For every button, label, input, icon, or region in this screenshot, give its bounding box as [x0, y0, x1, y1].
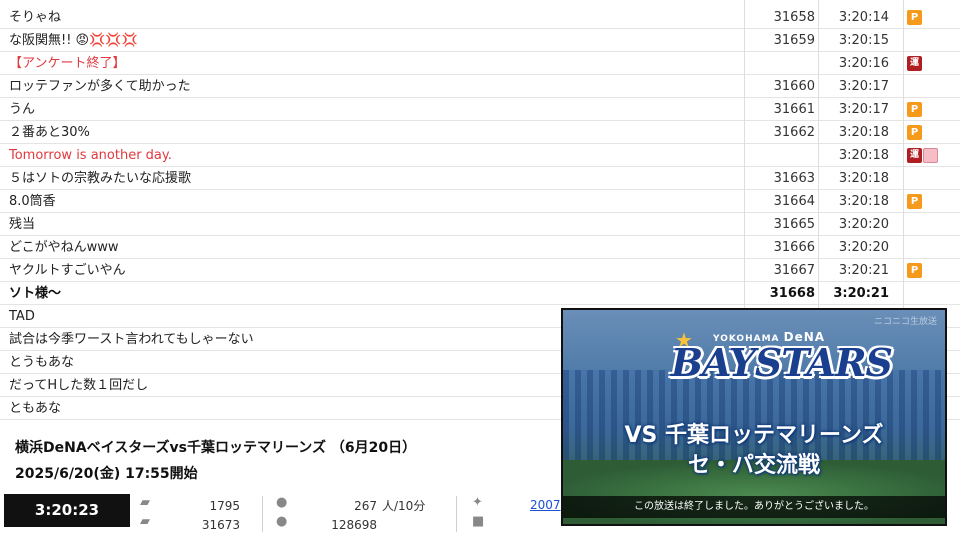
comment-number: 31665 [773, 217, 815, 232]
gift-icon[interactable]: ■ [472, 515, 490, 529]
team-logo-text: BAYSTARS [671, 340, 893, 385]
comment-text: 8.0筒香 [9, 194, 56, 209]
comment-time: 3:20:17 [838, 102, 889, 117]
comment-row[interactable]: ロッテファンが多くて助かった 31660 3:20:17 [0, 75, 960, 98]
series-caption: セ・パ交流戦 [687, 453, 820, 478]
comment-row[interactable]: Tomorrow is another day. 3:20:18 運 [0, 144, 960, 167]
comment-time: 3:20:14 [838, 10, 889, 25]
comment-number: 31666 [773, 240, 815, 255]
ad-icon[interactable]: ✦ [472, 496, 490, 510]
comment-row[interactable]: ５はソトの宗教みたいな応援歌 31663 3:20:18 [0, 167, 960, 190]
comment-number: 31668 [769, 286, 815, 301]
comment-text: TAD [9, 309, 35, 324]
broadcast-info: 横浜DeNAベイスターズvs千葉ロッテマリーンズ （6月20日） 2025/6/… [15, 435, 416, 487]
comment-row[interactable]: 8.0筒香 31664 3:20:18 P [0, 190, 960, 213]
comment-time: 3:20:20 [838, 217, 889, 232]
status-divider [262, 496, 263, 532]
premium-badge-icon: P [907, 263, 922, 278]
comment-row[interactable]: うん 31661 3:20:17 P [0, 98, 960, 121]
operator-badge-icon: 運 [907, 56, 922, 71]
active-viewers-value: 267 [354, 499, 377, 513]
comment-row[interactable]: ヤクルトすごいやん 31667 3:20:21 P [0, 259, 960, 282]
comment-text: ソト様〜 [9, 286, 62, 301]
comment-text: どこがやねんwww [9, 240, 119, 255]
broadcast-title: 横浜DeNAベイスターズvs千葉ロッテマリーンズ （6月20日） [15, 440, 417, 456]
comment-row[interactable]: 残当 31665 3:20:20 [0, 213, 960, 236]
status-divider [456, 496, 457, 532]
broadcast-start-time: 2025/6/20(金) 17:55開始 [15, 466, 198, 482]
comment-number: 31663 [773, 171, 815, 186]
comment-number: 31660 [773, 79, 815, 94]
premium-badge-icon: P [907, 125, 922, 140]
comment-text: Tomorrow is another day. [9, 148, 172, 163]
comment-text: 残当 [9, 217, 36, 232]
comment-time: 3:20:18 [838, 148, 889, 163]
premium-badge-icon: P [907, 10, 922, 25]
comment-number: 31658 [773, 10, 815, 25]
comment-number: 31661 [773, 102, 815, 117]
total-viewers-value: 128698 [331, 518, 377, 532]
comment-time: 3:20:15 [838, 33, 889, 48]
comment-row[interactable]: な阪関無!! 😡💢💢💢 31659 3:20:15 [0, 29, 960, 52]
comment-text: うん [9, 102, 36, 117]
total-viewers-icon: ● [276, 514, 288, 529]
comment-row[interactable]: そりゃね 31658 3:20:14 P [0, 6, 960, 29]
comment-text: ロッテファンが多くて助かった [9, 79, 191, 94]
matchup-caption: VS 千葉ロッテマリーンズ [624, 423, 884, 448]
comment-text: そりゃね [9, 10, 62, 25]
comment-count-icon: ▰ [140, 514, 150, 529]
comment-count-value: 31673 [201, 518, 240, 532]
premium-badge-icon: P [907, 194, 922, 209]
status-link[interactable]: 2007 [530, 498, 561, 512]
comment-text: ５はソトの宗教みたいな応援歌 [9, 171, 192, 186]
comment-row[interactable]: どこがやねんwww 31666 3:20:20 [0, 236, 960, 259]
broadcast-ended-message: この放送は終了しました。ありがとうございました。 [563, 496, 945, 518]
comment-text: 試合は今季ワースト言われてもしゃーない [9, 332, 254, 347]
comment-time: 3:20:18 [838, 171, 889, 186]
active-viewers-icon: ● [276, 495, 288, 510]
comment-text: ヤクルトすごいやん [9, 263, 126, 278]
comment-number: 31662 [773, 125, 815, 140]
comment-speed-icon: ▰ [140, 495, 150, 510]
comment-text: 【アンケート終了】 [9, 56, 126, 71]
comment-text: ２番あと30% [9, 125, 90, 140]
comment-time: 3:20:16 [838, 56, 889, 71]
highlight-marker-icon [923, 148, 938, 163]
comment-time: 3:20:21 [838, 263, 889, 278]
service-watermark: ニコニコ生放送 [873, 317, 937, 327]
comment-time: 3:20:20 [838, 240, 889, 255]
comment-number: 31659 [773, 33, 815, 48]
comment-number: 31664 [773, 194, 815, 209]
active-viewers-unit: 人/10分 [382, 499, 426, 513]
comment-text: な阪関無!! 😡💢💢💢 [9, 33, 138, 48]
comment-number: 31667 [773, 263, 815, 278]
operator-badge-icon: 運 [907, 148, 922, 163]
comment-text: とうもあな [9, 355, 75, 370]
comment-row[interactable]: ２番あと30% 31662 3:20:18 P [0, 121, 960, 144]
premium-badge-icon: P [907, 102, 922, 117]
comment-time: 3:20:21 [833, 286, 889, 301]
comment-text: だってHした数１回だし [9, 378, 149, 393]
comment-time: 3:20:18 [838, 194, 889, 209]
comment-speed-value: 1795 [209, 499, 240, 513]
comment-time: 3:20:17 [838, 79, 889, 94]
elapsed-time-display: 3:20:23 [4, 494, 130, 527]
comment-time: 3:20:18 [838, 125, 889, 140]
comment-row[interactable]: 【アンケート終了】 3:20:16 運 [0, 52, 960, 75]
comment-text: ともあな [9, 401, 62, 416]
video-player[interactable]: ニコニコ生放送 ★ YOKOHAMA DeNA BAYSTARS VS 千葉ロッ… [561, 308, 947, 526]
comment-row[interactable]: ソト様〜 31668 3:20:21 [0, 282, 960, 305]
